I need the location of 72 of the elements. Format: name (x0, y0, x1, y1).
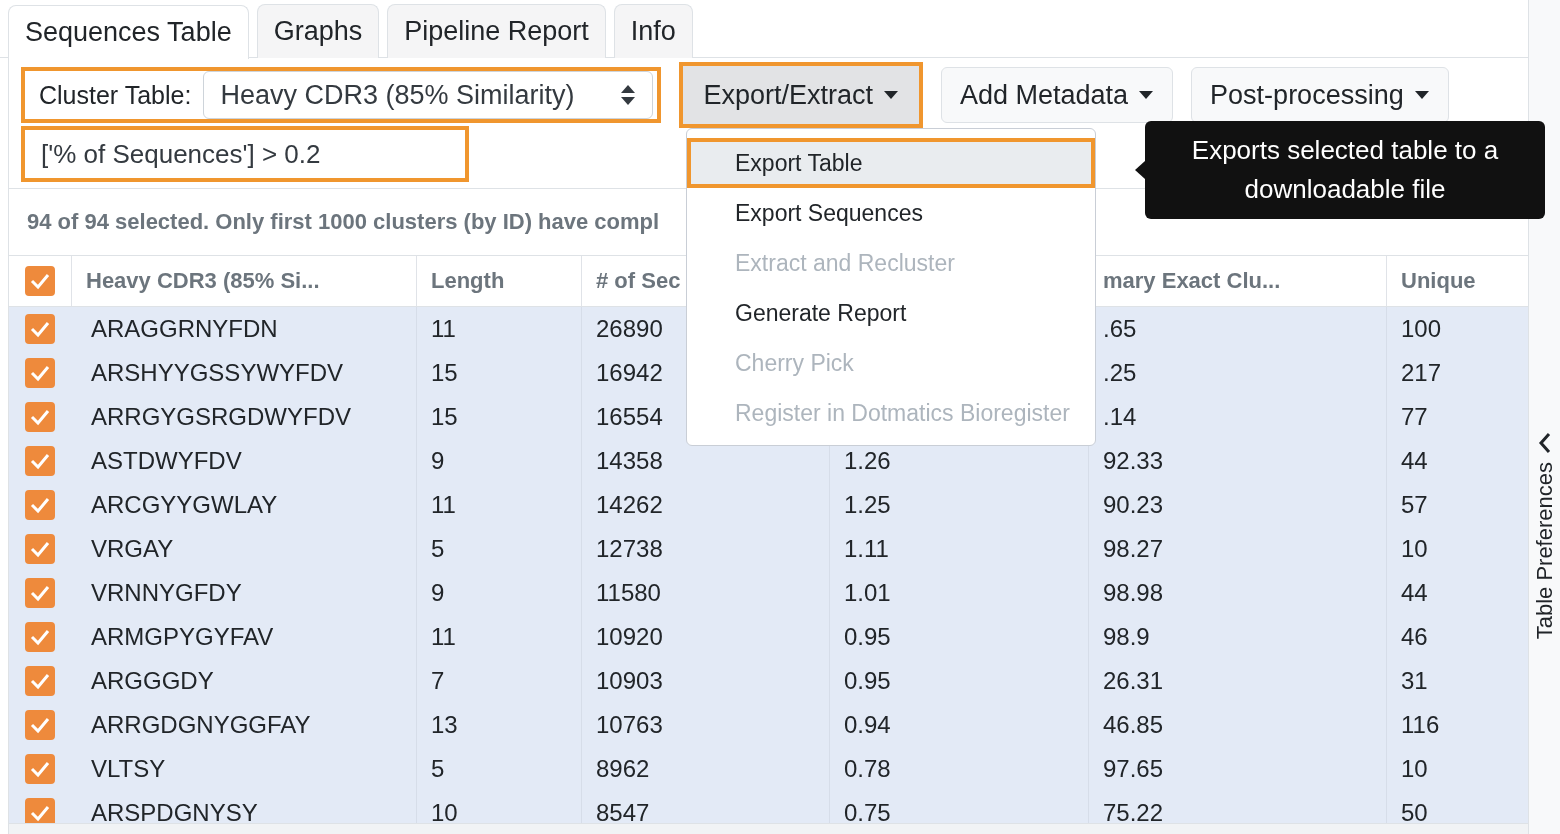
table-cell: ARAGGRNYFDN (91, 315, 278, 343)
table-cell: 7 (431, 667, 445, 695)
table-cell: .25 (1103, 359, 1137, 387)
table-cell: VLTSY (91, 755, 166, 783)
table-cell: 12738 (596, 535, 663, 563)
table-cell: 14358 (596, 447, 663, 475)
table-cell: 44 (1401, 579, 1428, 607)
table-cell: 15 (431, 359, 458, 387)
table-cell: 1.26 (844, 447, 891, 475)
table-cell: 8962 (596, 755, 650, 783)
table-cell: 10763 (596, 711, 663, 739)
table-cell: 31 (1401, 667, 1428, 695)
table-cell: 46 (1401, 623, 1428, 651)
table-cell: 11 (431, 623, 456, 651)
table-cell: .65 (1103, 315, 1137, 343)
table-cell: 26890 (596, 315, 663, 343)
table-cell: 11 (431, 315, 456, 343)
table-cell: 11 (431, 491, 456, 519)
table-cell: ARGGGDY (91, 667, 214, 695)
table-cell: ARRGDGNYGGFAY (91, 711, 311, 739)
table-cell: 46.85 (1103, 711, 1164, 739)
table-cell: 217 (1401, 359, 1442, 387)
table-cell: 10903 (596, 667, 663, 695)
table-cell: 0.78 (844, 755, 891, 783)
table-cell: 57 (1401, 491, 1428, 519)
table-cell: ASTDWYFDV (91, 447, 242, 475)
table-cell: 0.95 (844, 667, 891, 695)
table-cell: 5 (431, 755, 445, 783)
table-cell: 97.65 (1103, 755, 1164, 783)
tooltip: Exports selected table to a downloadable file (1145, 121, 1545, 219)
table-cell: ARSHYYGSSYWYFDV (91, 359, 344, 387)
table-cell: 100 (1401, 315, 1442, 343)
table-cell: 16554 (596, 403, 663, 431)
table-cell: 10 (431, 799, 458, 823)
table-cell: 13 (431, 711, 458, 739)
table-cell: 44 (1401, 447, 1428, 475)
table-cell: 14262 (596, 491, 663, 519)
table-cell: 0.75 (844, 799, 891, 823)
table-cell: 10 (1401, 535, 1428, 563)
table-cell: 9 (431, 579, 445, 607)
table-cell: ARSPDGNYSY (91, 799, 258, 823)
table-cell: VRNNYGFDY (91, 579, 242, 607)
table-cell: 98.9 (1103, 623, 1150, 651)
table-cell: 50 (1401, 799, 1428, 823)
table-cell: 77 (1401, 403, 1428, 431)
table-cell: 98.27 (1103, 535, 1164, 563)
table-cell: 1.01 (844, 579, 891, 607)
table-cell: 75.22 (1103, 799, 1164, 823)
table-cell: 9 (431, 447, 445, 475)
cluster-table-label: Cluster Table: (39, 80, 192, 110)
table-cell: 0.94 (844, 711, 891, 739)
table-cell: 98.98 (1103, 579, 1164, 607)
table-cell: 5 (431, 535, 445, 563)
table-cell: 15 (431, 403, 458, 431)
table-cell: .14 (1103, 403, 1137, 431)
table-cell: 10920 (596, 623, 663, 651)
table-cell: VRGAY (91, 535, 174, 563)
table-cell: ARCGYYGWLAY (91, 491, 278, 519)
table-cell: ARMGPYGYFAV (91, 623, 274, 651)
table-cell: 11580 (596, 579, 661, 607)
table-cell: 26.31 (1103, 667, 1164, 695)
table-cell: 10 (1401, 755, 1428, 783)
table-cell: 90.23 (1103, 491, 1164, 519)
table-cell: 16942 (596, 359, 663, 387)
table-cell: 116 (1401, 711, 1440, 739)
table-cell: 1.25 (844, 491, 891, 519)
table-cell: 1.11 (844, 535, 889, 563)
status-text: 94 of 94 selected. Only first 1000 clusters (by ID) have compl (27, 209, 660, 234)
table-cell: 92.33 (1103, 447, 1164, 475)
table-cell: ARRGYGSRGDWYFDV (91, 403, 351, 431)
table-cell: 8547 (596, 799, 650, 823)
table-cell: 0.95 (844, 623, 891, 651)
